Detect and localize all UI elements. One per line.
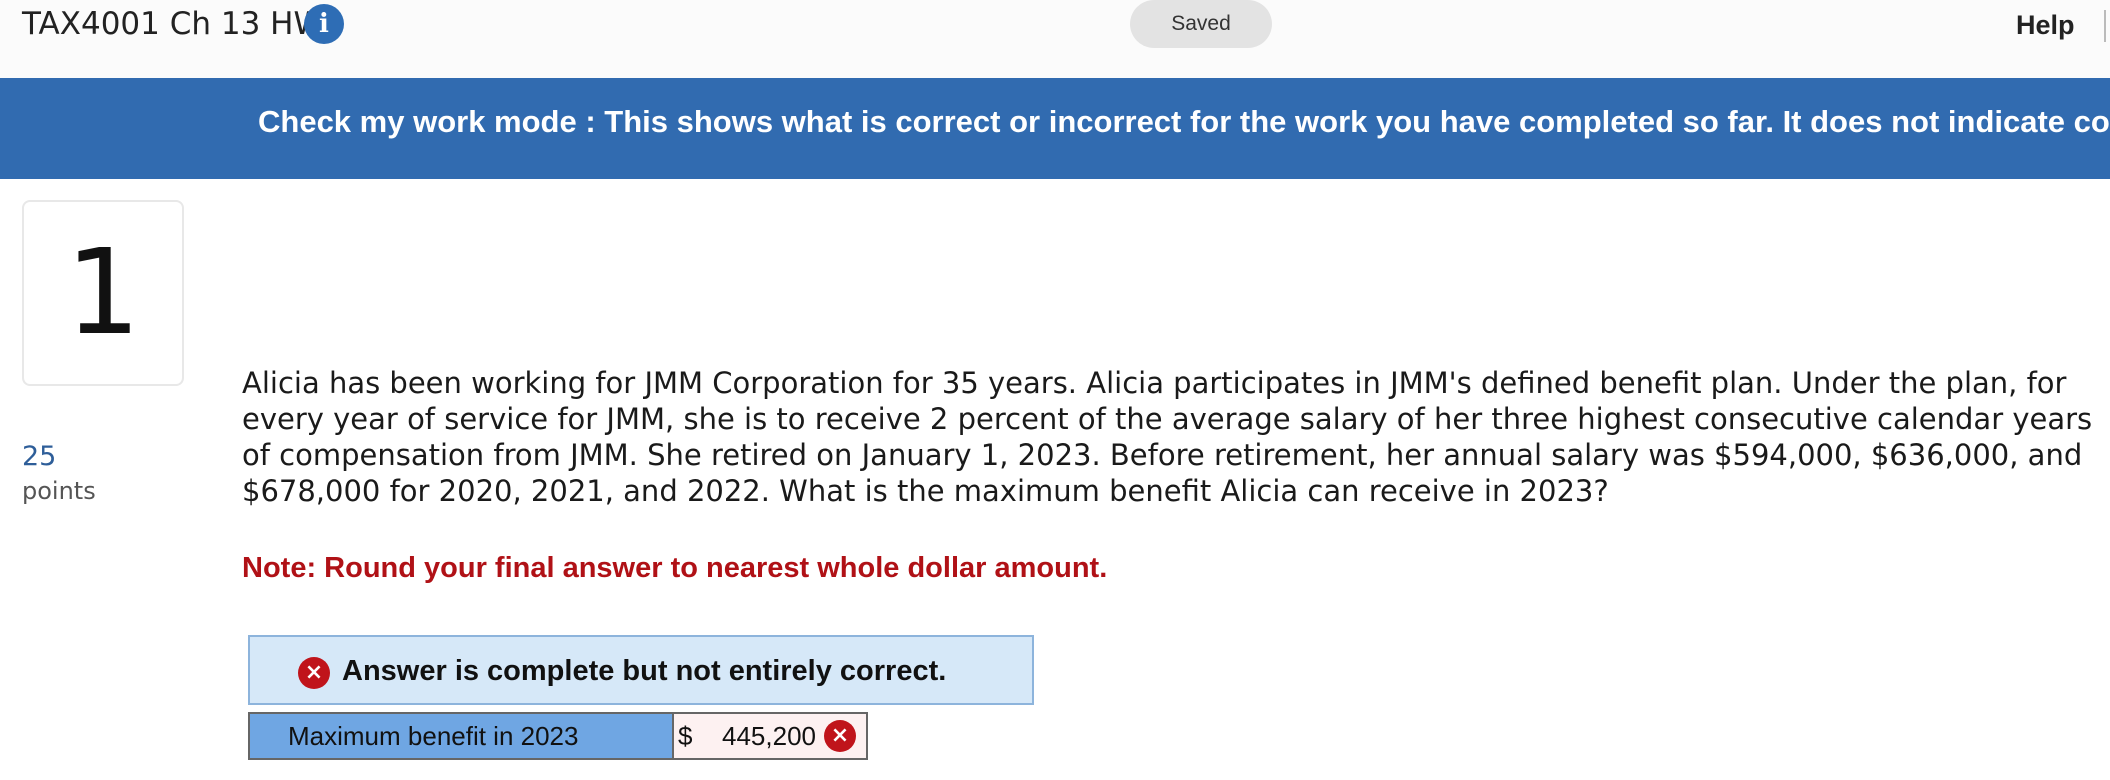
banner-text: Check my work mode : This shows what is … — [258, 104, 2110, 139]
incorrect-icon: × — [298, 657, 330, 689]
answer-value-cell[interactable]: $ 445,200 × — [674, 714, 866, 758]
question-number: 1 — [65, 223, 141, 361]
header-divider — [2104, 10, 2106, 42]
answer-label: Maximum benefit in 2023 — [250, 714, 674, 758]
currency-symbol: $ — [678, 721, 693, 751]
points-value: 25 — [22, 441, 57, 472]
answer-row: Maximum benefit in 2023 $ 445,200 × — [248, 712, 868, 760]
check-work-mode-banner: Check my work mode : This shows what is … — [0, 78, 2110, 179]
answer-status-box: × Answer is complete but not entirely co… — [248, 635, 1034, 705]
maximum-benefit-input[interactable]: 445,200 — [722, 714, 816, 758]
help-link[interactable]: Help — [2016, 8, 2075, 42]
question-number-card: 1 — [22, 200, 184, 386]
info-icon[interactable]: i — [304, 4, 344, 44]
top-bar: TAX4001 Ch 13 HW i Saved Help — [0, 0, 2110, 78]
points-label: points — [22, 477, 96, 505]
question-text: Alicia has been working for JMM Corporat… — [242, 366, 2093, 508]
incorrect-icon: × — [824, 720, 856, 752]
assignment-title: TAX4001 Ch 13 HW — [22, 6, 325, 42]
saved-status-badge: Saved — [1130, 0, 1272, 48]
answer-status-text: Answer is complete but not entirely corr… — [342, 655, 947, 687]
rounding-note: Note: Round your final answer to nearest… — [242, 552, 1108, 584]
